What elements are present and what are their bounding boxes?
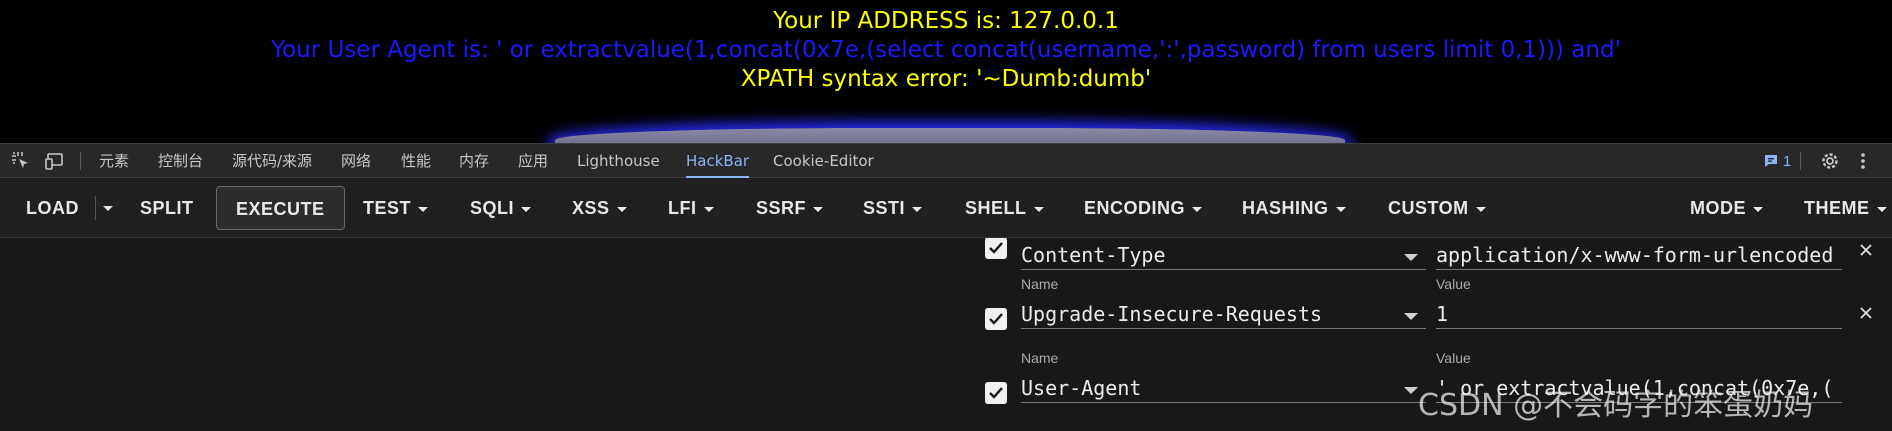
chevron-down-icon	[521, 206, 532, 212]
sqli-label: SQLI	[470, 198, 515, 218]
csdn-watermark: CSDN @不会码字的笨蛋奶妈	[1418, 388, 1814, 423]
header-enabled-checkbox[interactable]	[985, 238, 1007, 259]
chevron-down-icon	[1876, 206, 1887, 212]
tab-performance[interactable]: 性能	[401, 144, 431, 178]
header-name-field[interactable]: Content-Type	[1021, 240, 1426, 270]
xss-menu-button[interactable]: XSS	[572, 186, 627, 230]
load-button[interactable]: LOAD	[26, 186, 79, 230]
more-options-icon[interactable]	[1853, 151, 1873, 171]
tab-lighthouse[interactable]: Lighthouse	[577, 144, 660, 178]
shell-label: SHELL	[965, 198, 1027, 218]
chevron-down-icon	[1192, 206, 1203, 212]
tab-cookie-editor[interactable]: Cookie-Editor	[773, 144, 874, 178]
message-icon	[1765, 155, 1777, 167]
mode-menu-button[interactable]: MODE	[1690, 186, 1763, 230]
chevron-down-icon	[1033, 206, 1044, 212]
toolbar-divider	[80, 152, 81, 170]
split-button[interactable]: SPLIT	[140, 186, 194, 230]
web-page-content: Your IP ADDRESS is: 127.0.0.1 Your User …	[0, 0, 1892, 143]
header-name-field[interactable]: User-Agent	[1021, 373, 1426, 403]
chevron-down-icon[interactable]	[1404, 254, 1418, 261]
header-row: Name Value Upgrade-Insecure-Requests 1	[0, 276, 1892, 350]
value-label: Value	[1436, 350, 1471, 366]
tab-console[interactable]: 控制台	[158, 144, 203, 178]
mode-label: MODE	[1690, 198, 1746, 218]
device-toolbar-icon[interactable]	[45, 151, 65, 171]
issues-count: 1	[1783, 152, 1792, 170]
sqli-menu-button[interactable]: SQLI	[470, 186, 532, 230]
encoding-label: ENCODING	[1084, 198, 1186, 218]
page-banner-image	[555, 128, 1345, 143]
chevron-down-icon[interactable]	[1404, 313, 1418, 320]
name-label: Name	[1021, 276, 1059, 292]
chevron-down-icon	[912, 206, 923, 212]
header-enabled-checkbox[interactable]	[985, 308, 1007, 330]
encoding-menu-button[interactable]: ENCODING	[1084, 186, 1203, 230]
header-row: Content-Type application/x-www-form-urle…	[0, 238, 1892, 276]
ip-address-message: Your IP ADDRESS is: 127.0.0.1	[773, 8, 1119, 34]
shell-menu-button[interactable]: SHELL	[965, 186, 1044, 230]
lfi-menu-button[interactable]: LFI	[668, 186, 714, 230]
ssti-menu-button[interactable]: SSTI	[863, 186, 923, 230]
checkmark-icon	[989, 242, 1003, 254]
test-menu-button[interactable]: TEST	[363, 186, 429, 230]
inspect-element-icon[interactable]	[11, 151, 31, 171]
chevron-down-icon	[616, 206, 627, 212]
lfi-label: LFI	[668, 198, 697, 218]
hashing-menu-button[interactable]: HASHING	[1242, 186, 1346, 230]
tab-memory[interactable]: 内存	[459, 144, 489, 178]
chevron-down-icon	[813, 206, 824, 212]
hashing-label: HASHING	[1242, 198, 1329, 218]
settings-gear-icon[interactable]	[1820, 151, 1840, 171]
chevron-down-icon	[703, 206, 714, 212]
chevron-down-icon	[103, 206, 113, 211]
ssrf-menu-button[interactable]: SSRF	[756, 186, 824, 230]
chevron-down-icon	[1753, 206, 1763, 212]
chevron-down-icon	[1335, 206, 1346, 212]
test-label: TEST	[363, 198, 412, 218]
devtools-tab-bar: 元素 控制台 源代码/来源 网络 性能 内存 应用 Lighthouse Hac…	[0, 143, 1892, 178]
custom-label: CUSTOM	[1388, 198, 1469, 218]
header-name-field[interactable]: Upgrade-Insecure-Requests	[1021, 299, 1426, 329]
toolbar-divider	[1800, 152, 1801, 170]
tab-sources[interactable]: 源代码/来源	[232, 144, 312, 178]
tab-elements[interactable]: 元素	[99, 144, 129, 178]
theme-label: THEME	[1804, 198, 1870, 218]
chevron-down-icon	[1475, 206, 1486, 212]
load-dropdown-toggle[interactable]	[96, 186, 120, 230]
close-icon[interactable]	[1858, 242, 1874, 258]
ssrf-label: SSRF	[756, 198, 807, 218]
header-enabled-checkbox[interactable]	[985, 382, 1007, 404]
custom-menu-button[interactable]: CUSTOM	[1388, 186, 1486, 230]
xpath-error-message: XPATH syntax error: '~Dumb:dumb'	[740, 66, 1152, 92]
theme-menu-button[interactable]: THEME	[1804, 186, 1887, 230]
checkmark-icon	[989, 313, 1003, 325]
tab-application[interactable]: 应用	[518, 144, 548, 178]
xss-label: XSS	[572, 198, 610, 218]
execute-button[interactable]: EXECUTE	[216, 186, 345, 230]
value-label: Value	[1436, 276, 1471, 292]
header-value-field[interactable]: application/x-www-form-urlencoded	[1436, 240, 1842, 270]
name-label: Name	[1021, 350, 1059, 366]
header-value-field[interactable]: 1	[1436, 299, 1842, 329]
close-icon[interactable]	[1858, 305, 1874, 321]
chevron-down-icon	[418, 206, 429, 212]
ssti-label: SSTI	[863, 198, 906, 218]
tab-network[interactable]: 网络	[341, 144, 371, 178]
chevron-down-icon[interactable]	[1404, 387, 1418, 394]
hackbar-toolbar: LOAD SPLIT EXECUTE TEST SQLI XSS LFI SSR…	[0, 178, 1892, 238]
user-agent-message: Your User Agent is: ' or extractvalue(1,…	[271, 37, 1621, 63]
issues-badge[interactable]: 1	[1763, 151, 1791, 171]
tab-hackbar[interactable]: HackBar	[686, 144, 750, 178]
checkmark-icon	[989, 387, 1003, 399]
